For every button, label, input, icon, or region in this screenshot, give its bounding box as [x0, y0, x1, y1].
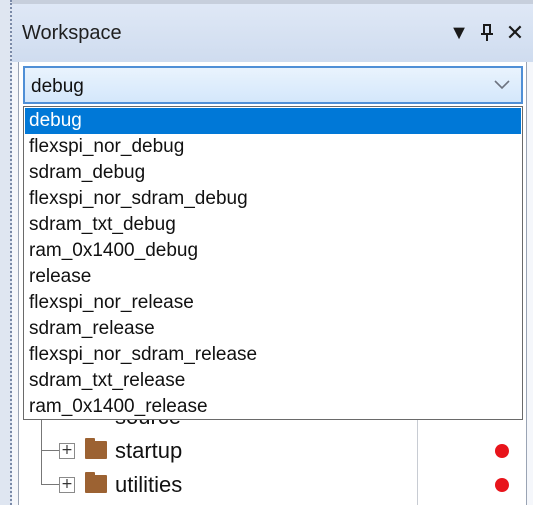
configuration-option[interactable]: release: [25, 264, 521, 290]
configuration-option[interactable]: ram_0x1400_debug: [25, 238, 521, 264]
configuration-option[interactable]: flexspi_nor_sdram_debug: [25, 186, 521, 212]
workspace-panel: Workspace ▼ ✕ debug source: [12, 0, 533, 505]
chevron-down-icon[interactable]: [491, 74, 513, 96]
panel-titlebar: Workspace ▼ ✕: [12, 0, 533, 62]
expand-icon[interactable]: +: [59, 477, 75, 493]
configuration-option[interactable]: sdram_release: [25, 316, 521, 342]
configuration-option[interactable]: flexspi_nor_sdram_release: [25, 342, 521, 368]
folder-icon: [85, 472, 107, 493]
tree-item-label: startup: [115, 438, 183, 463]
configuration-dropdown-list: debug flexspi_nor_debug sdram_debug flex…: [23, 106, 523, 420]
configuration-option[interactable]: sdram_txt_debug: [25, 212, 521, 238]
workspace-body: debug source + startup + ut: [18, 62, 527, 505]
configuration-option[interactable]: sdram_txt_release: [25, 368, 521, 394]
expand-icon[interactable]: +: [59, 443, 75, 459]
configuration-select[interactable]: debug: [23, 66, 523, 104]
configuration-option[interactable]: sdram_debug: [25, 160, 521, 186]
panel-menu-dropdown-icon[interactable]: ▼: [446, 20, 472, 46]
configuration-option[interactable]: debug: [25, 108, 521, 134]
tree-connector: [41, 468, 42, 485]
configuration-option[interactable]: flexspi_nor_debug: [25, 134, 521, 160]
pin-glyph-icon: [481, 24, 493, 41]
tree-branch: [41, 450, 59, 451]
configuration-option[interactable]: ram_0x1400_release: [25, 394, 521, 420]
panel-title: Workspace: [22, 22, 122, 44]
tree-item-startup[interactable]: + startup: [29, 434, 523, 468]
tree-item-utilities[interactable]: + utilities: [29, 468, 523, 502]
tree-connector: [41, 434, 42, 468]
status-dot-icon: [495, 444, 509, 458]
configuration-selected-value: debug: [31, 76, 84, 97]
folder-icon: [85, 438, 107, 459]
close-icon[interactable]: ✕: [502, 20, 528, 46]
pin-icon[interactable]: [474, 20, 500, 46]
configuration-option[interactable]: flexspi_nor_release: [25, 290, 521, 316]
dock-edge: [0, 0, 12, 505]
tree-branch: [41, 484, 59, 485]
tree-item-label: utilities: [115, 472, 183, 497]
status-dot-icon: [495, 478, 509, 492]
